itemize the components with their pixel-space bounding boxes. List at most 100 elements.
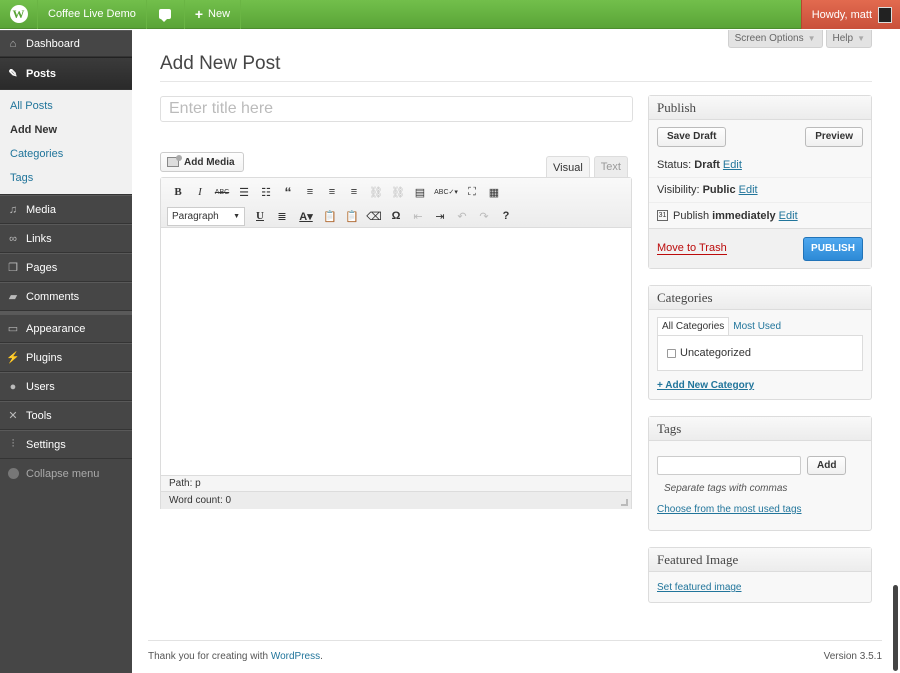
add-new-category-link[interactable]: + Add New Category — [657, 380, 754, 391]
comments-button[interactable] — [147, 0, 185, 29]
underline-icon[interactable]: U — [249, 206, 271, 226]
category-label: Uncategorized — [680, 347, 751, 359]
unlink-icon[interactable]: ⛓ — [387, 182, 409, 202]
admin-sidebar: ⌂ Dashboard ✎ Posts All Posts Add New Ca… — [0, 30, 132, 673]
spellcheck-icon[interactable]: ABC✓▾ — [431, 182, 461, 202]
more-tag-icon[interactable]: ▤ — [409, 182, 431, 202]
status-value: Draft — [694, 159, 720, 171]
bold-icon[interactable]: B — [167, 182, 189, 202]
chevron-down-icon: ▼ — [233, 212, 240, 220]
fullscreen-icon[interactable]: ⛶ — [461, 182, 483, 202]
set-featured-image-link[interactable]: Set featured image — [657, 582, 742, 593]
save-draft-button[interactable]: Save Draft — [657, 126, 727, 147]
resize-grip-icon[interactable] — [621, 499, 628, 506]
sidebar-item-links[interactable]: ∞ Links — [0, 224, 132, 253]
sidebar-item-users[interactable]: ● Users — [0, 372, 132, 401]
strikethrough-icon[interactable]: ABC — [211, 182, 233, 202]
preview-button[interactable]: Preview — [805, 126, 863, 147]
sidebar-item-posts[interactable]: ✎ Posts — [0, 57, 132, 90]
wordpress-link[interactable]: WordPress — [271, 651, 320, 662]
status-row: Status: Draft Edit — [649, 153, 871, 178]
editor-content-area[interactable] — [161, 228, 631, 475]
sidebar-item-media[interactable]: ♫ Media — [0, 195, 132, 224]
justify-icon[interactable]: ≣ — [271, 206, 293, 226]
categories-box: Categories All Categories Most Used Unca… — [648, 285, 872, 400]
screen-meta-links: Screen Options ▼ Help ▼ — [727, 30, 872, 48]
submenu-all-posts[interactable]: All Posts — [0, 94, 132, 118]
edit-visibility-link[interactable]: Edit — [739, 184, 758, 196]
sidebar-item-dashboard[interactable]: ⌂ Dashboard — [0, 30, 132, 57]
uncategorized-checkbox[interactable] — [667, 348, 676, 358]
visibility-label: Visibility: — [657, 184, 700, 196]
sidebar-item-settings[interactable]: ⫶ Settings — [0, 430, 132, 459]
pages-icon: ❐ — [8, 262, 18, 274]
submenu-categories[interactable]: Categories — [0, 142, 132, 166]
sidebar-item-label: Plugins — [26, 351, 63, 364]
link-icon[interactable]: ⛓ — [365, 182, 387, 202]
pin-icon: ✎ — [8, 68, 18, 80]
sliders-icon: ⫶ — [11, 438, 15, 450]
undo-icon[interactable]: ↶ — [451, 206, 473, 226]
blockquote-icon[interactable]: “ — [277, 182, 299, 202]
help-icon[interactable]: ? — [495, 206, 517, 226]
edit-publish-time-link[interactable]: Edit — [779, 210, 798, 222]
bulleted-list-icon[interactable]: ☰ — [233, 182, 255, 202]
submenu-tags[interactable]: Tags — [0, 166, 132, 190]
tab-all-categories[interactable]: All Categories — [657, 317, 730, 335]
text-color-icon[interactable]: A▾ — [293, 206, 319, 226]
sidebar-item-label: Tools — [26, 409, 52, 422]
sidebar-item-appearance[interactable]: ▭ Appearance — [0, 314, 132, 343]
submenu-add-new[interactable]: Add New — [0, 118, 132, 142]
add-tag-button[interactable]: Add — [807, 456, 847, 475]
numbered-list-icon[interactable]: ☷ — [255, 182, 277, 202]
paste-text-icon[interactable]: 📋 — [319, 206, 341, 226]
paste-word-icon[interactable]: 📋 — [341, 206, 363, 226]
collapse-menu-button[interactable]: Collapse menu — [0, 459, 132, 488]
help-button[interactable]: Help ▼ — [825, 30, 872, 48]
redo-icon[interactable]: ↷ — [473, 206, 495, 226]
tags-input[interactable] — [657, 456, 801, 475]
post-title-input[interactable] — [160, 96, 633, 122]
sidebar-item-label: Users — [26, 380, 55, 393]
sidebar-item-pages[interactable]: ❐ Pages — [0, 253, 132, 282]
tab-most-used[interactable]: Most Used — [729, 317, 785, 335]
sidebar-item-label: Links — [26, 232, 52, 245]
tags-hint: Separate tags with commas — [664, 483, 788, 494]
sidebar-item-tools[interactable]: ✕ Tools — [0, 401, 132, 430]
help-label: Help — [832, 33, 854, 44]
plug-icon: ⚡ — [6, 352, 20, 364]
special-character-icon[interactable]: Ω — [385, 206, 407, 226]
add-media-label: Add Media — [184, 156, 235, 168]
footer-text: Thank you for creating with — [148, 651, 271, 662]
align-center-icon[interactable]: ≡ — [321, 182, 343, 202]
kitchen-sink-icon[interactable]: ▦ — [483, 182, 505, 202]
sidebar-item-comments[interactable]: ▰ Comments — [0, 282, 132, 311]
publish-button[interactable]: PUBLISH — [803, 236, 863, 261]
site-name-link[interactable]: Coffee Live Demo — [38, 0, 147, 29]
clear-formatting-icon[interactable]: ⌫ — [363, 206, 385, 226]
account-menu[interactable]: Howdy, matt — [800, 0, 900, 29]
publish-time-value: immediately — [712, 209, 776, 222]
choose-most-used-tags-link[interactable]: Choose from the most used tags — [657, 504, 802, 515]
publish-actions: Move to Trash PUBLISH — [649, 228, 871, 268]
tab-visual[interactable]: Visual — [546, 156, 590, 178]
indent-icon[interactable]: ⇥ — [429, 206, 451, 226]
italic-icon[interactable]: I — [189, 182, 211, 202]
align-left-icon[interactable]: ≡ — [299, 182, 321, 202]
publish-box-title: Publish — [649, 96, 871, 120]
media-icon — [167, 155, 182, 167]
new-content-button[interactable]: + New — [185, 0, 242, 29]
align-right-icon[interactable]: ≡ — [343, 182, 365, 202]
screen-options-button[interactable]: Screen Options ▼ — [727, 30, 823, 48]
edit-status-link[interactable]: Edit — [723, 159, 742, 171]
outdent-icon[interactable]: ⇤ — [407, 206, 429, 226]
sidebar-item-plugins[interactable]: ⚡ Plugins — [0, 343, 132, 372]
move-to-trash-link[interactable]: Move to Trash — [657, 242, 727, 255]
scrollbar-thumb[interactable] — [893, 585, 898, 671]
add-media-button[interactable]: Add Media — [160, 152, 244, 172]
admin-bar: W Coffee Live Demo + New Howdy, matt — [0, 0, 900, 29]
wordpress-logo-button[interactable]: W — [0, 0, 38, 29]
publish-box: Publish Save Draft Preview Status: Draft… — [648, 95, 872, 269]
format-select[interactable]: Paragraph ▼ — [167, 206, 245, 226]
tab-text[interactable]: Text — [593, 156, 628, 177]
